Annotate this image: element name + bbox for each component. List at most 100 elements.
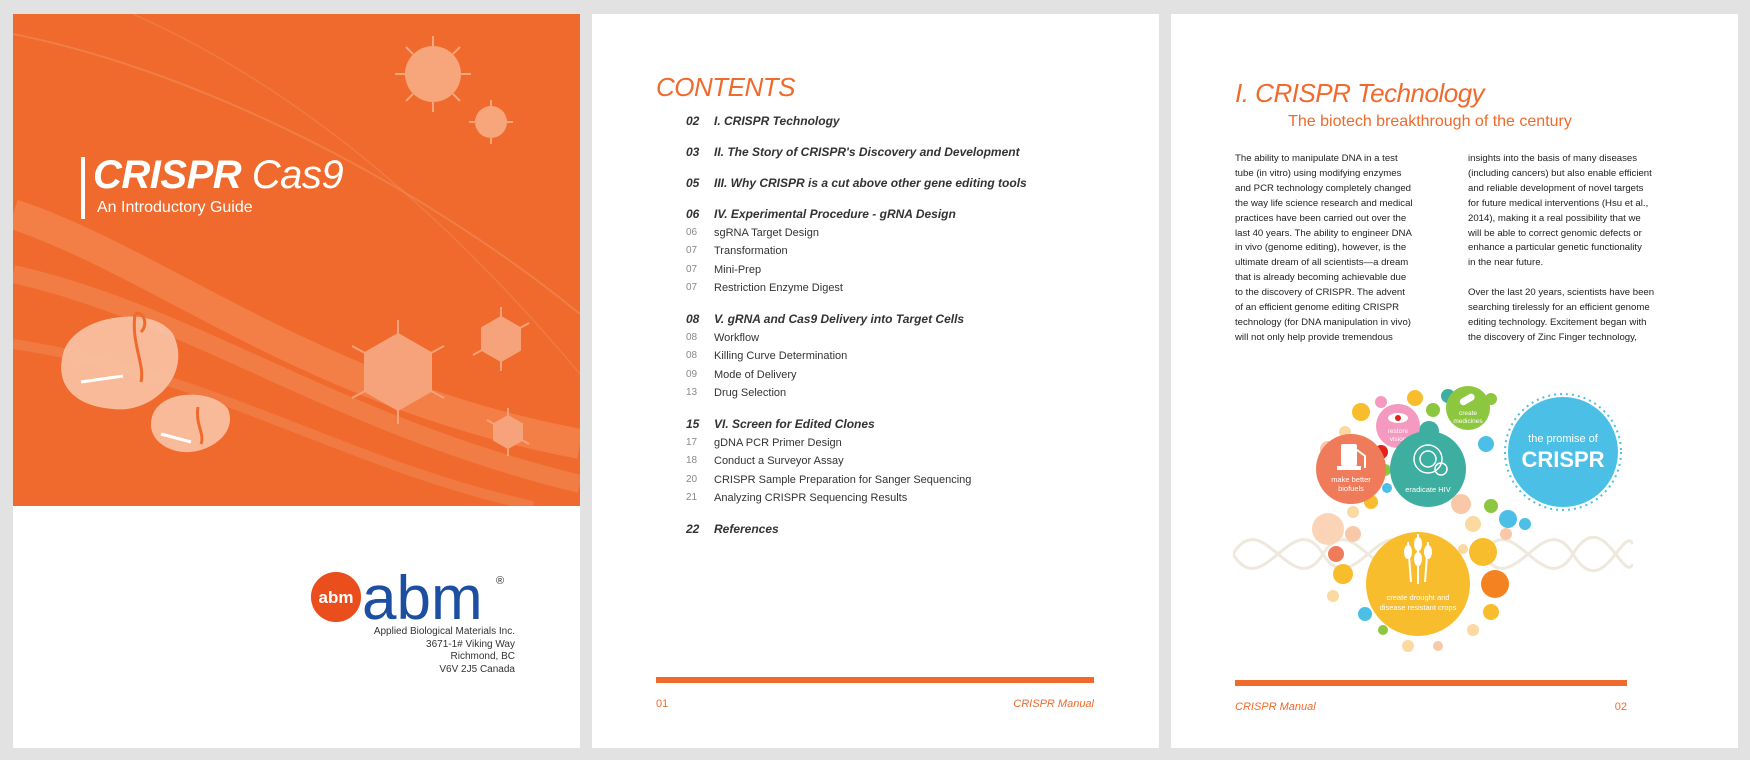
toc-label: V. gRNA and Cas9 Delivery into Target Ce…	[714, 312, 965, 326]
toc-entry[interactable]: 08 Workflow	[686, 329, 1146, 348]
toc-label: Mini-Prep	[714, 263, 762, 276]
toc-page-number: 05	[686, 176, 700, 190]
body-text-line: will not only help provide tremendous	[1235, 331, 1393, 343]
registered-mark: ®	[496, 575, 504, 587]
body-text-line: and reliable development of novel target…	[1468, 182, 1644, 194]
toc-label: Mode of Delivery	[714, 368, 797, 381]
toc-page-number: 08	[686, 312, 700, 326]
address-line: V6V 2J5 Canada	[439, 663, 515, 675]
toc-entry[interactable]: 13 Drug Selection	[686, 384, 1146, 403]
toc-entry[interactable]: 02 I. CRISPR Technology	[686, 112, 1146, 131]
body-text-line: to the discovery of CRISPR. The advent	[1235, 287, 1405, 299]
toc-page-number: 07	[686, 263, 698, 275]
title-light: Cas9	[241, 153, 344, 197]
promise-label-1: the promise of	[1528, 433, 1599, 445]
toc-label: Drug Selection	[714, 387, 787, 399]
toc-entry[interactable]: 08 V. gRNA and Cas9 Delivery into Target …	[686, 310, 1146, 329]
toc-label: VI. Screen for Edited Clones	[714, 417, 875, 431]
toc-entry[interactable]: 03 II. The Story of CRISPR's Discovery an…	[686, 143, 1146, 162]
toc-page-number: 22	[686, 522, 700, 536]
cas9-protein-icon	[150, 394, 230, 453]
page-number: 01	[656, 698, 669, 710]
toc-label: References	[714, 522, 779, 536]
footer-title: CRISPR Manual	[1013, 698, 1094, 710]
toc-page-number: 03	[686, 145, 700, 159]
toc-entry[interactable]: 15 VI. Screen for Edited Clones	[686, 415, 1146, 434]
cover-page: CRISPR Cas9 An Introductory Guide abm ab…	[13, 14, 580, 748]
body-text-line: tube (in vitro) using modifying enzymes	[1235, 167, 1402, 179]
virus-icon	[472, 307, 530, 371]
toc-page-number: 18	[686, 455, 698, 466]
address-line: Richmond, BC	[450, 651, 515, 662]
toc-page-number: 08	[686, 350, 698, 361]
contents-title: CONTENTS	[656, 72, 796, 102]
contents-page: CONTENTS 02 I. CRISPR Technology 03 II. The…	[592, 14, 1159, 748]
toc-entry[interactable]: 06 IV. Experimental Procedure - gRNA Desi…	[686, 205, 1146, 224]
toc-page-number: 20	[686, 473, 698, 485]
toc-entry[interactable]: 22 References	[686, 520, 1146, 539]
toc-page-number: 09	[686, 368, 698, 380]
logo-wordmark: abm	[362, 564, 483, 632]
chapter-page: I. CRISPR Technology The biotech breakth…	[1171, 14, 1738, 748]
toc-entry[interactable]: 05 III. Why CRISPR is a cut above other g…	[686, 174, 1146, 193]
crops-label-1: create drought and	[1387, 593, 1450, 602]
medicines-label-1: create	[1459, 410, 1477, 417]
body-text-line: in vivo (genome editing), however, is th…	[1235, 242, 1407, 254]
body-text-line: (including cancers) but also enable effi…	[1468, 167, 1652, 179]
toc-entry[interactable]: 08 Killing Curve Determination	[686, 347, 1146, 366]
body-text-line: that is already becoming achievable due	[1235, 272, 1407, 284]
toc-entry[interactable]: 06 sgRNA Target Design	[686, 224, 1146, 243]
toc-label: IV. Experimental Procedure - gRNA Design	[714, 207, 956, 221]
title-accent-bar	[81, 157, 85, 219]
body-text-line: technology (for DNA manipulation in vivo…	[1235, 316, 1411, 328]
cas9-protein-icon	[61, 311, 179, 410]
toc-label: Workflow	[714, 331, 760, 344]
toc-entry[interactable]: 09 Mode of Delivery	[686, 366, 1146, 385]
toc-page-number: 15	[686, 417, 700, 431]
table-of-contents: 02 I. CRISPR Technology 03 II. The Story of…	[686, 112, 1146, 539]
body-text-line: The ability to manipulate DNA in a test	[1235, 153, 1398, 164]
medicines-label-2: medicines	[1453, 418, 1483, 425]
toc-page-number: 13	[686, 387, 698, 398]
body-text-line: and PCR technology completely changed	[1235, 182, 1411, 194]
toc-entry[interactable]: 20 CRISPR Sample Preparation for Sanger S…	[686, 471, 1146, 490]
toc-entry[interactable]: 07 Restriction Enzyme Digest	[686, 279, 1146, 298]
cover-title: CRISPR Cas9	[93, 153, 344, 198]
toc-page-number: 02	[686, 114, 700, 128]
crops-label-2: disease resistant crops	[1380, 603, 1457, 612]
toc-entry[interactable]: 18 Conduct a Surveyor Assay	[686, 452, 1146, 471]
biofuels-label-2: biofuels	[1338, 484, 1364, 493]
cover-artwork	[13, 14, 580, 506]
address-line: Applied Biological Materials Inc.	[373, 626, 515, 637]
eye-icon	[1388, 413, 1408, 423]
hiv-circle	[1390, 431, 1466, 507]
toc-label: Conduct a Surveyor Assay	[714, 455, 844, 467]
toc-label: II. The Story of CRISPR's Discovery and …	[714, 145, 1020, 159]
body-text-line: for future medical interventions (Hsu et…	[1468, 197, 1649, 209]
toc-label: I. CRISPR Technology	[714, 114, 840, 128]
toc-entry[interactable]: 21 Analyzing CRISPR Sequencing Results	[686, 489, 1146, 508]
title-bold: CRISPR	[93, 153, 242, 197]
crispr-promise-infographic: make better biofuels restore vision crea…	[1233, 386, 1633, 652]
toc-page-number: 06	[686, 226, 698, 238]
body-text-line: the way life science research and medica…	[1235, 197, 1413, 209]
toc-entry[interactable]: 07 Transformation	[686, 242, 1146, 261]
body-text-line: 2014), making it a real possibility that…	[1468, 212, 1641, 224]
toc-label: CRISPR Sample Preparation for Sanger Seq…	[714, 473, 972, 486]
vision-label-1: restore	[1388, 428, 1409, 435]
body-text-line: searching tirelessly for an efficient ge…	[1468, 302, 1650, 314]
cover-banner: CRISPR Cas9 An Introductory Guide	[13, 14, 580, 506]
body-text-line: last 40 years. The ability to engineer D…	[1235, 227, 1412, 239]
toc-entry[interactable]: 17 gDNA PCR Primer Design	[686, 434, 1146, 453]
text-column-right: insights into the basis of many diseases…	[1468, 152, 1668, 346]
toc-label: gDNA PCR Primer Design	[714, 436, 842, 449]
body-text-line: enhance a particular genetic functionali…	[1468, 242, 1642, 254]
logo-badge-text: abm	[319, 588, 354, 607]
toc-entry[interactable]: 07 Mini-Prep	[686, 261, 1146, 280]
toc-label: Restriction Enzyme Digest	[714, 282, 843, 294]
body-text-line: in the near future.	[1468, 257, 1544, 269]
text-column-left: The ability to manipulate DNA in a test t…	[1235, 152, 1435, 346]
footer-rule	[1235, 680, 1627, 686]
virus-icon	[469, 100, 513, 144]
